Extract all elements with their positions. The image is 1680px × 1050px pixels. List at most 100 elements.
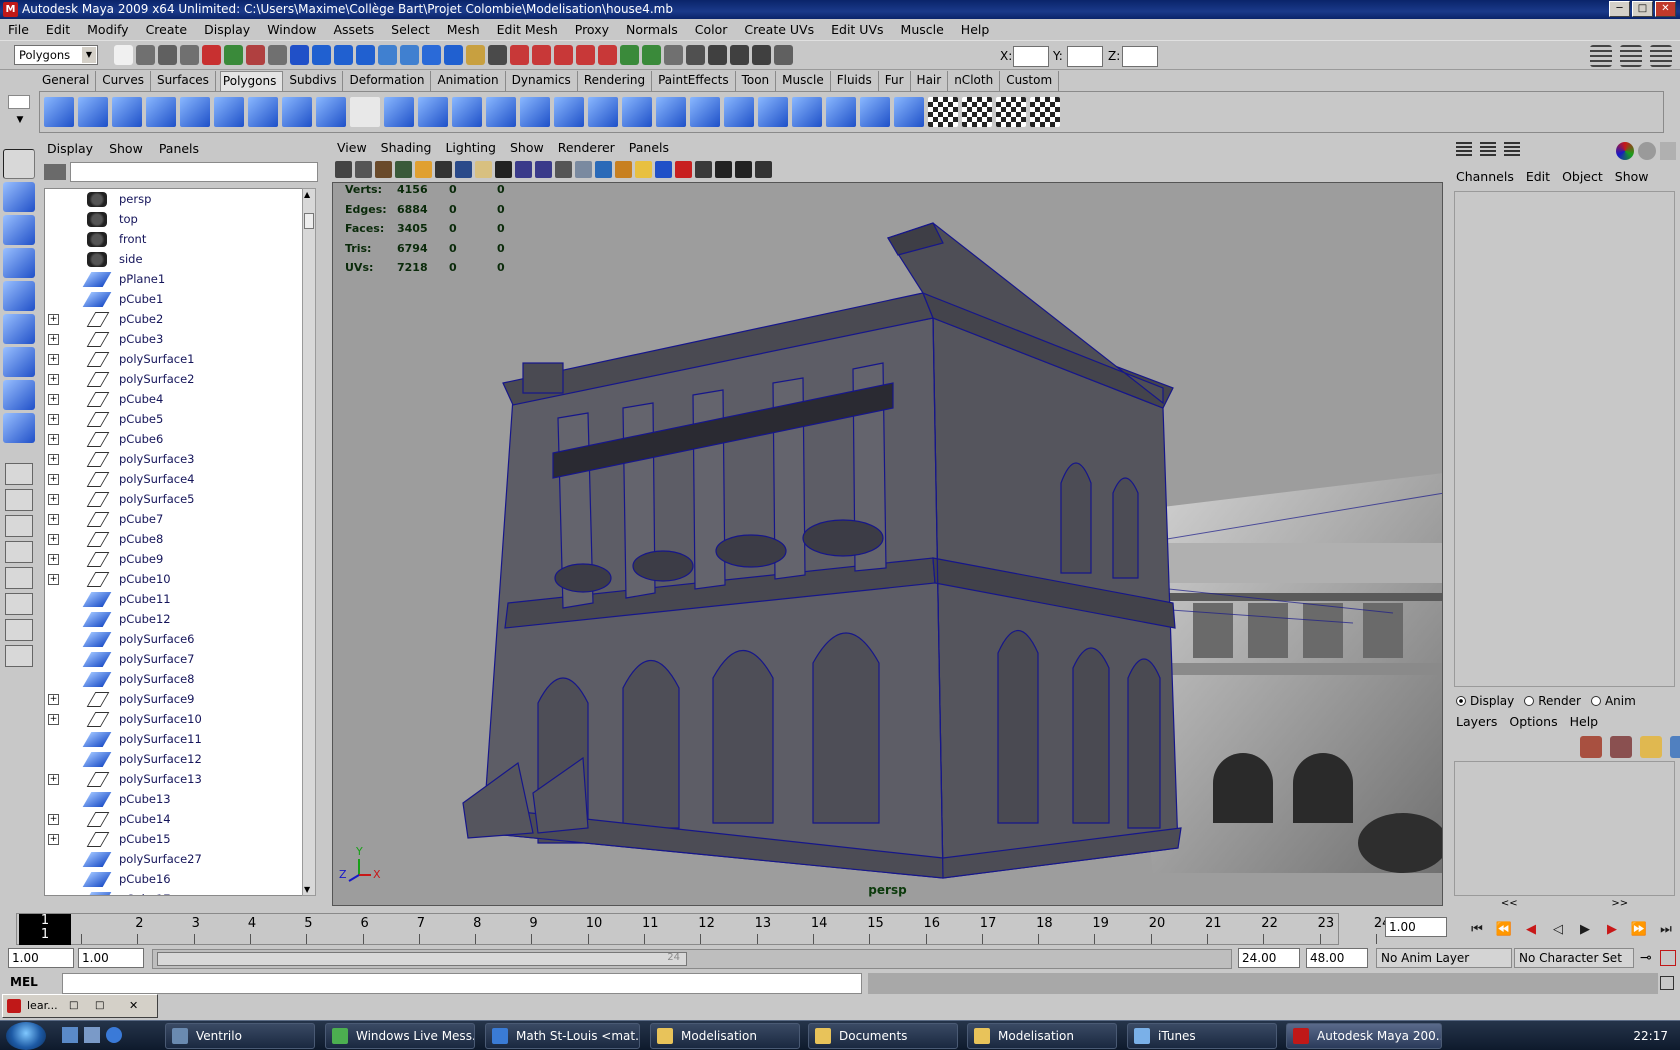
outliner-item[interactable]: + polySurface5 [45, 489, 303, 509]
expand-icon[interactable]: + [48, 394, 59, 405]
subdiv-proxy-icon[interactable] [792, 97, 822, 127]
anim-layer-icon[interactable] [1670, 736, 1680, 758]
channel-menu-object[interactable]: Object [1562, 169, 1603, 184]
shelf-tab-fluids[interactable]: Fluids [835, 71, 879, 91]
anim-layer-dropdown[interactable]: No Anim Layer [1376, 948, 1512, 968]
expand-icon[interactable]: + [48, 814, 59, 825]
menu-create[interactable]: Create [146, 22, 188, 37]
taskbar-button[interactable]: Documents [808, 1023, 958, 1049]
layer-menu-options[interactable]: Options [1509, 714, 1557, 729]
outliner-item[interactable]: + pCube15 [45, 829, 303, 849]
shelf-tab-custom[interactable]: Custom [1004, 71, 1060, 91]
combine-icon[interactable] [384, 97, 414, 127]
lasso-tool-icon[interactable] [3, 182, 35, 212]
radio-icon[interactable] [1456, 696, 1466, 706]
outliner-item[interactable]: + pCube8 [45, 529, 303, 549]
anim-prefs-icon[interactable] [1660, 950, 1676, 966]
viewport-tool-icon-19[interactable] [695, 160, 712, 178]
outliner-menu-show[interactable]: Show [109, 141, 143, 156]
menu-edit[interactable]: Edit [46, 22, 70, 37]
persp-graph-layout-icon[interactable] [5, 541, 33, 563]
menu-normals[interactable]: Normals [626, 22, 678, 37]
separate-icon[interactable] [418, 97, 448, 127]
smooth-proxy-icon[interactable] [486, 97, 516, 127]
channel-list-icon-2[interactable] [1480, 142, 1496, 158]
time-slider[interactable]: 11 2 3 4 5 6 7 8 9 10 11 12 13 14 15 16 17 18 19 20 21 22 23 2… [16, 913, 1390, 945]
append-icon[interactable] [656, 97, 686, 127]
taskbar-button[interactable]: Windows Live Mess... [325, 1023, 475, 1049]
last-used-tool-icon[interactable] [3, 413, 35, 443]
new-layer-icon[interactable] [1580, 736, 1602, 758]
status-tool-icon-23[interactable] [598, 45, 617, 65]
manipulator-tool-icon[interactable] [3, 347, 35, 377]
viewport-menu-show[interactable]: Show [510, 140, 544, 155]
outliner-item[interactable]: pCube12 [45, 609, 303, 629]
persp-hypershade-layout-icon[interactable] [5, 593, 33, 615]
expand-icon[interactable]: + [48, 374, 59, 385]
viewport-menu-panels[interactable]: Panels [629, 140, 669, 155]
tool-settings-icon[interactable] [1620, 45, 1642, 67]
viewport-tool-icon-12[interactable] [555, 160, 572, 178]
minimized-window[interactable]: lear... □ □ ✕ [2, 994, 158, 1018]
viewport-tool-icon-10[interactable] [515, 160, 532, 178]
playback-end-field[interactable]: 24.00 [1238, 948, 1300, 968]
expand-icon[interactable]: + [48, 834, 59, 845]
status-tool-icon-24[interactable] [620, 45, 639, 65]
maximize-icon[interactable]: □ [1632, 1, 1653, 17]
poly-plane-icon[interactable] [180, 97, 210, 127]
radio-icon[interactable] [1524, 696, 1535, 706]
maximize-small-icon[interactable]: □ [95, 995, 104, 1017]
persp-outliner-layout-icon[interactable] [5, 515, 33, 537]
clock[interactable]: 22:17 [1633, 1029, 1668, 1043]
shelf-tab-curves[interactable]: Curves [100, 71, 151, 91]
layer-mode-render[interactable]: Render [1524, 694, 1581, 708]
status-tool-icon-12[interactable] [356, 45, 375, 65]
scroll-up-icon[interactable]: ▲ [304, 190, 310, 199]
status-tool-icon-16[interactable] [444, 45, 463, 65]
outliner-item[interactable]: + pCube10 [45, 569, 303, 589]
poly-torus-icon[interactable] [214, 97, 244, 127]
minimize-icon[interactable]: ─ [1609, 1, 1630, 17]
range-start-field[interactable]: 1.00 [8, 948, 74, 968]
menu-modify[interactable]: Modify [87, 22, 128, 37]
internet-explorer-icon[interactable] [106, 1027, 122, 1043]
shelf-tab-subdivs[interactable]: Subdivs [287, 71, 344, 91]
bridge-icon[interactable] [622, 97, 652, 127]
step-back-key-icon[interactable]: ◀ [1520, 920, 1542, 940]
outliner-menu-panels[interactable]: Panels [159, 141, 199, 156]
start-button[interactable] [6, 1022, 46, 1050]
status-tool-icon-31[interactable] [774, 45, 793, 65]
shelf-tab-animation[interactable]: Animation [435, 71, 506, 91]
status-tool-icon-19[interactable] [510, 45, 529, 65]
viewport-tool-icon-13[interactable] [575, 160, 592, 178]
scroll-down-icon[interactable]: ▼ [304, 885, 310, 894]
shelf-menu-icon[interactable]: ▼ [8, 95, 32, 131]
expand-icon[interactable]: + [48, 454, 59, 465]
step-forward-key-icon[interactable]: ▶ [1601, 920, 1623, 940]
menu-create-uvs[interactable]: Create UVs [744, 22, 814, 37]
bevel-icon[interactable] [520, 97, 550, 127]
go-to-start-icon[interactable]: ⏮ [1466, 920, 1488, 940]
poly-helix-icon[interactable] [316, 97, 346, 127]
current-frame-marker[interactable]: 11 [19, 914, 71, 945]
play-backwards-icon[interactable]: ◁ [1547, 920, 1569, 940]
viewport-tool-icon-6[interactable] [435, 160, 452, 178]
outliner-item[interactable]: + pCube9 [45, 549, 303, 569]
status-tool-icon-14[interactable] [400, 45, 419, 65]
restore-icon[interactable]: □ [69, 995, 78, 1017]
shelf-tab-toon[interactable]: Toon [740, 71, 777, 91]
expand-icon[interactable]: + [48, 494, 59, 505]
shelf-tab-general[interactable]: General [40, 71, 97, 91]
status-tool-icon-25[interactable] [642, 45, 661, 65]
shelf-tab-surfaces[interactable]: Surfaces [155, 71, 216, 91]
new-layer-selected-icon[interactable] [1610, 736, 1632, 758]
outliner-item[interactable]: + polySurface9 [45, 689, 303, 709]
render-layer-icon[interactable] [1640, 736, 1662, 758]
chevron-down-icon[interactable]: ▼ [82, 47, 96, 63]
status-tool-icon-6[interactable] [224, 45, 243, 65]
status-tool-icon-21[interactable] [554, 45, 573, 65]
outliner-item[interactable]: side [45, 249, 303, 269]
expand-icon[interactable]: + [48, 434, 59, 445]
menu-set-selector[interactable]: Polygons ▼ [14, 45, 98, 65]
expand-icon[interactable]: + [48, 314, 59, 325]
